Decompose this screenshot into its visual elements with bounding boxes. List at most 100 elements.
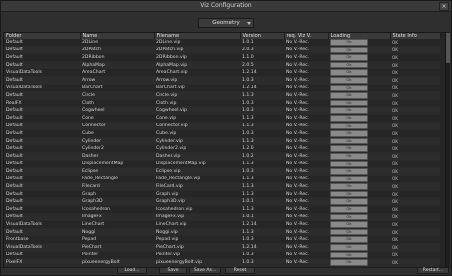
table-row[interactable]: Default Cylinder2 Cylinder2.vip 1.2.0 No V.-… <box>4 144 440 153</box>
table-row[interactable]: Default 2DPatch 2DPatch.vip 2.0.3 No V.-Rec.… <box>4 46 440 55</box>
load-toggle-button[interactable]: Ok <box>330 160 368 167</box>
table-cell: 2DLine.vip <box>154 39 240 47</box>
load-toggle-button[interactable]: Ok <box>330 259 368 266</box>
load-toggle-button[interactable]: Ok <box>330 107 368 114</box>
table-cell: No V.-Rec. <box>284 46 328 55</box>
load-toggle-button[interactable]: Ok <box>330 145 368 152</box>
load-toggle-button[interactable]: Ok <box>330 152 368 160</box>
load-toggle-button[interactable]: Ok <box>330 221 368 228</box>
viz-configuration-window: Viz Configuration × Geometry Folder Name… <box>0 0 452 276</box>
load-toggle-button[interactable]: Ok <box>330 175 368 182</box>
load-toggle-button[interactable]: Ok <box>330 137 368 144</box>
restart-button[interactable]: Restart... <box>417 267 449 274</box>
load-toggle-button[interactable]: Ok <box>330 213 368 220</box>
load-toggle-button[interactable]: Ok <box>330 92 368 99</box>
table-cell: PixelFX <box>4 258 80 267</box>
state-info-cell: OK <box>390 190 440 199</box>
load-button[interactable]: Load... <box>117 267 147 274</box>
table-row[interactable]: VisualDataTools PieChart PieChart.vip 1.2.1… <box>4 243 440 252</box>
table-row[interactable]: Default DisplacementMap DisplacementMap.vi… <box>4 160 440 169</box>
load-toggle-button[interactable]: Ok <box>330 69 368 76</box>
save-button[interactable]: Save <box>159 267 187 274</box>
table-cell: No V.-Rec. <box>284 106 328 115</box>
load-toggle-button[interactable]: Ok <box>330 228 368 235</box>
load-toggle-button[interactable]: Ok <box>330 99 368 106</box>
load-toggle-button[interactable]: Ok <box>330 236 368 243</box>
state-info-cell: OK <box>390 175 440 184</box>
table-cell: AlphaMap.vip <box>154 61 240 70</box>
table-row[interactable]: Default ImageFx ImageFx.vip 1.0.1 No V.-Rec.… <box>4 213 440 222</box>
state-info-cell: OK <box>390 76 440 85</box>
table-row[interactable]: Default 2DRibbon 2DRibbon.vip 1.1.0 No V.-Re… <box>4 53 440 62</box>
scrollbar-thumb[interactable] <box>446 33 450 63</box>
table-row[interactable]: Default Fade_Rectangle Fade_Rectangle.vip 1… <box>4 175 440 184</box>
table-row[interactable]: VisualDataTools BarChart BarChart.vip 1.2.1… <box>4 84 440 93</box>
loading-cell: Ok <box>328 91 390 100</box>
load-toggle-button[interactable]: Ok <box>330 183 368 190</box>
load-toggle-button[interactable]: Ok <box>330 76 368 84</box>
table-cell: Fade_Rectangle.vip <box>154 175 240 184</box>
table-cell: No V.-Rec. <box>284 144 328 153</box>
state-info-cell: OK <box>390 258 440 267</box>
state-info-cell: OK <box>390 46 440 55</box>
load-toggle-button[interactable]: Ok <box>330 168 368 175</box>
close-icon[interactable]: × <box>439 2 449 11</box>
load-toggle-button[interactable]: Ok <box>330 54 368 61</box>
load-toggle-button[interactable]: Ok <box>330 206 368 213</box>
vertical-scrollbar[interactable] <box>445 32 450 268</box>
load-toggle-button[interactable]: Ok <box>330 122 368 129</box>
load-toggle-button[interactable]: Ok <box>330 251 368 258</box>
table-row[interactable]: Default Graph3D Graph3D.vip 1.0.1 No V.-Rec.… <box>4 197 440 207</box>
loading-cell: Ok <box>328 129 390 138</box>
table-row[interactable]: Default AlphaMap AlphaMap.vip 2.0.5 No V.-Re… <box>4 61 440 70</box>
table-row[interactable]: Default Noggi Noggi.vip 1.1.3 No V.-Rec. Ok OK <box>4 228 440 237</box>
chevron-down-icon <box>247 22 251 25</box>
state-info-cell: OK <box>390 220 440 229</box>
table-row[interactable]: Default 2DLine 2DLine.vip 1.0.1 No V.-Rec. Ok… <box>4 39 440 47</box>
table-row[interactable]: Default Connector Connector.vip 1.1.3 No V.-… <box>4 122 440 131</box>
load-toggle-button[interactable]: Ok <box>330 198 368 205</box>
table-row[interactable]: Default Graph Graph.vip 1.1.3 No V.-Rec. Ok OK <box>4 190 440 199</box>
load-toggle-button[interactable]: Ok <box>330 130 368 137</box>
save-as-button[interactable]: Save As... <box>189 267 221 274</box>
load-toggle-button[interactable]: Ok <box>330 190 368 198</box>
table-row[interactable]: Default Circle Circle.vip 1.1.3 No V.-Rec. Ok… <box>4 91 440 100</box>
reset-button[interactable]: Reset <box>225 267 255 274</box>
table-row[interactable]: RealFX Cloth Cloth.vip 1.0.3 No V.-Rec. Ok OK <box>4 99 440 108</box>
load-toggle-button[interactable]: Ok <box>330 84 368 91</box>
load-toggle-button[interactable]: Ok <box>330 114 368 122</box>
table-row[interactable]: Default Cone Cone.vip 1.1.3 No V.-Rec. Ok OK <box>4 114 440 123</box>
table-cell: Cone.vip <box>154 114 240 123</box>
table-cell: Connector <box>80 122 154 131</box>
loading-cell: Ok <box>328 213 390 222</box>
table-cell: Default <box>4 205 80 214</box>
table-row[interactable]: Default Pointer Pointer.vip 1.0.3 No V.-Rec.… <box>4 251 440 260</box>
load-toggle-button[interactable]: Ok <box>330 61 368 68</box>
load-toggle-button[interactable]: Ok <box>330 39 368 46</box>
state-info-cell: OK <box>390 228 440 237</box>
table-cell: Pepad.vip <box>154 235 240 245</box>
table-row[interactable]: Default Cylinder Cylinder.vip 1.1.3 No V.-Re… <box>4 137 440 146</box>
table-row[interactable]: VisualDataTools AreaChart AreaChart.vip 1.2… <box>4 68 440 77</box>
load-toggle-button[interactable]: Ok <box>330 244 368 251</box>
state-info-cell: OK <box>390 84 440 93</box>
table-row[interactable]: PixelFX pixueenergyBolt pixueenergyBolt.vi… <box>4 258 440 267</box>
table-cell: No V.-Rec. <box>284 84 328 93</box>
table-cell: Cube <box>80 129 154 138</box>
loading-cell: Ok <box>328 122 390 131</box>
table-row[interactable]: Default Arrow Arrow.vip 1.0.3 No V.-Rec. Ok OK <box>4 76 440 85</box>
table-row[interactable]: Default Cube Cube.vip 1.0.3 No V.-Rec. Ok OK <box>4 129 440 138</box>
table-cell: 1.1.0 <box>240 53 284 62</box>
table-row[interactable]: Default Filecard FileCard.vip 1.1.3 No V.-Re… <box>4 182 440 191</box>
table-row[interactable]: Default Eclipse Eclipse.vip 1.0.3 No V.-Rec.… <box>4 167 440 176</box>
table-cell: Default <box>4 76 80 85</box>
table-row[interactable]: Frontbase Pepad Pepad.vip 1.0.3 No V.-Rec. Ok… <box>4 235 440 245</box>
table-row[interactable]: Default Cogwheel Cogwheel.vip 1.0.3 No V.-Re… <box>4 106 440 115</box>
table-cell: DisplacementMap.vip <box>154 160 240 169</box>
table-row[interactable]: VisualDataTools LineChart LineChart.vip 1.2… <box>4 220 440 229</box>
table-row[interactable]: Default Dasher Dasher.vip 1.0.2 No V.-Rec. Ok… <box>4 152 440 161</box>
load-toggle-button[interactable]: Ok <box>330 46 368 53</box>
table-cell: LineChart.vip <box>154 220 240 229</box>
category-dropdown[interactable]: Geometry <box>198 18 254 28</box>
table-row[interactable]: Default Icosahedron Icosahedron.vip 1.1.3 No… <box>4 205 440 214</box>
